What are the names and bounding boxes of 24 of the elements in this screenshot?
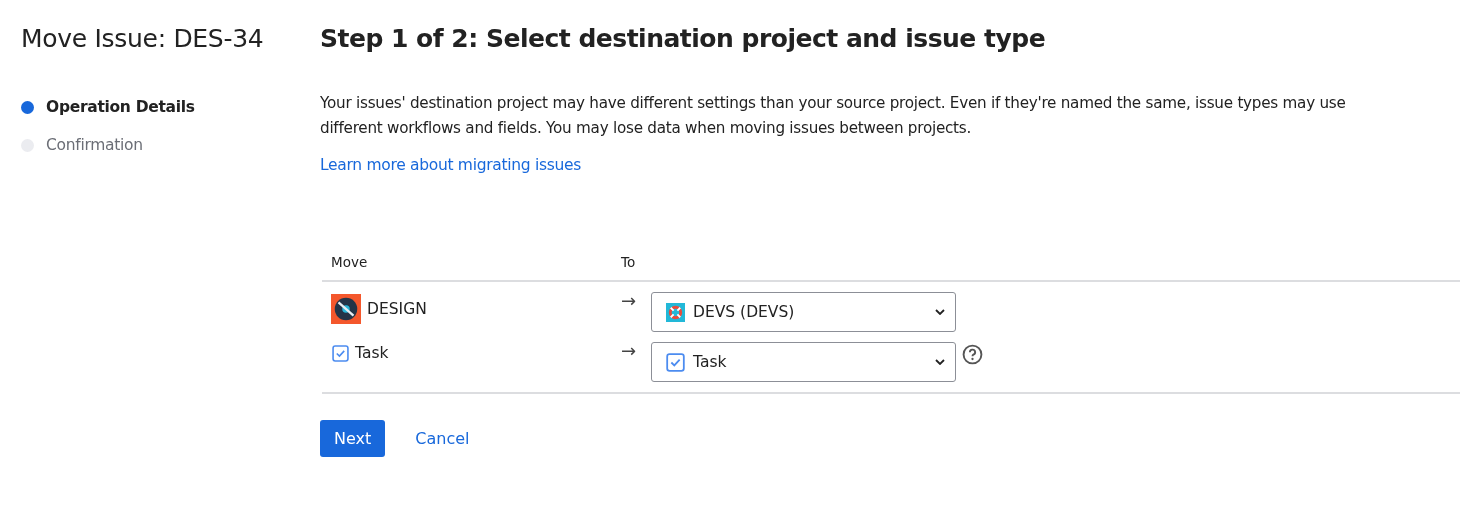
destination-select[interactable]: DEVS (DEVS) xyxy=(651,292,956,332)
help-icon[interactable] xyxy=(962,344,983,365)
lifebuoy-icon xyxy=(666,302,685,322)
column-header: Move xyxy=(331,254,369,270)
cancel-link[interactable]: Cancel xyxy=(415,429,470,448)
description: Your issues' destination project may have different settings than your source project. Even if they're named the same, issue types may use different workflows and fields. You may lose data when moving issues between projects. xyxy=(320,93,1347,139)
source-name: DESIGN xyxy=(367,300,427,318)
next-button[interactable]: Next xyxy=(320,420,386,457)
project-icon xyxy=(331,294,361,324)
destination-select[interactable]: Task xyxy=(651,342,956,382)
step-item[interactable]: Operation Details xyxy=(21,98,320,116)
checkbox-icon xyxy=(332,344,349,362)
learn-more-link[interactable]: Learn more about migrating issues xyxy=(320,156,582,174)
arrow: → xyxy=(621,290,638,311)
chevron-down-icon xyxy=(935,309,945,315)
page-title: Move Issue: DES-34 xyxy=(21,24,265,53)
checkbox-icon xyxy=(666,352,685,372)
step-item[interactable]: Confirmation xyxy=(21,136,320,154)
step-heading: Step 1 of 2: Select destination project and issue type xyxy=(320,24,1047,53)
chevron-down-icon xyxy=(935,359,945,365)
step-dot-icon xyxy=(21,100,34,114)
source-name: Task xyxy=(355,344,389,362)
arrow: → xyxy=(621,340,638,361)
column-header: To xyxy=(621,254,636,270)
